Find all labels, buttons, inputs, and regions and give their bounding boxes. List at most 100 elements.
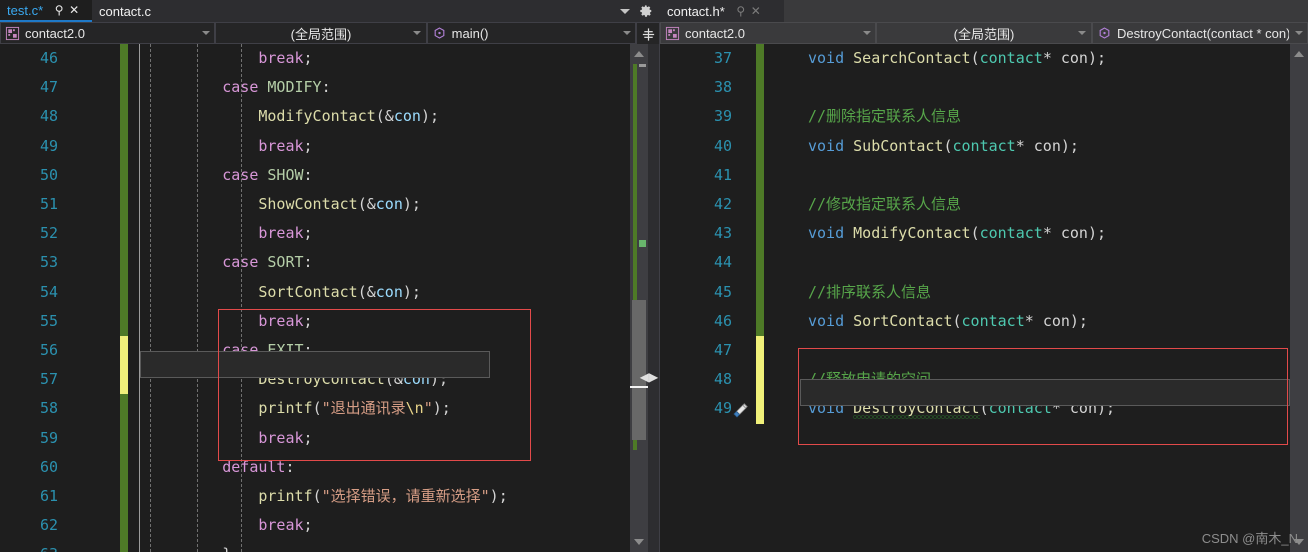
line-number: 49 (39, 136, 58, 155)
code-line[interactable]: 46 void SortContact(contact* con); (660, 306, 1308, 336)
code-line[interactable]: 37 void SearchContact(contact* con); (660, 44, 1308, 74)
code-line[interactable]: 46 break; (0, 44, 660, 74)
code-line[interactable]: 58 printf("退出通讯录\n"); (0, 394, 660, 424)
split-grip-icon[interactable]: ◀▶ (640, 370, 658, 384)
code-line[interactable]: 52 break; (0, 219, 660, 249)
left-vertical-scrollbar[interactable] (630, 44, 648, 552)
dropdown-arrow-icon[interactable] (1295, 31, 1303, 35)
code-line[interactable]: 60 default: (0, 452, 660, 482)
project-dropdown[interactable]: contact2.0 (0, 22, 216, 44)
code-line[interactable]: 39 //删除指定联系人信息 (660, 102, 1308, 132)
change-bar (120, 277, 128, 307)
code-text: //删除指定联系人信息 (808, 107, 962, 126)
scope-dropdown[interactable]: (全局范围) (215, 22, 427, 44)
member-dropdown[interactable]: main() (426, 22, 636, 44)
tab-label: test.c* (7, 2, 44, 18)
change-bar (756, 73, 764, 103)
code-line[interactable]: 44 (660, 248, 1308, 278)
line-number: 38 (713, 78, 732, 97)
line-number: 53 (39, 253, 58, 272)
scroll-marker-green (639, 240, 646, 247)
code-text: case MODIFY: (222, 78, 331, 97)
chevron-down-icon[interactable] (620, 8, 630, 14)
scroll-down-arrow-icon[interactable] (630, 534, 648, 550)
code-text: break; (258, 311, 313, 330)
code-text: break; (258, 49, 313, 67)
code-line[interactable]: 38 (660, 73, 1308, 103)
change-bar (120, 306, 128, 336)
line-number: 47 (713, 341, 732, 359)
left-editor-pane: test.c* ⚲ ✕ contact.c contact2.0 (全局范围) … (0, 0, 660, 552)
screwdriver-icon[interactable] (732, 400, 749, 418)
left-tab-strip: test.c* ⚲ ✕ contact.c (0, 0, 660, 22)
close-icon[interactable]: ✕ (750, 5, 762, 17)
change-bar (120, 248, 128, 278)
code-line[interactable]: 54 SortContact(&con); (0, 277, 660, 307)
change-bar (120, 160, 128, 190)
scroll-up-arrow-icon[interactable] (1290, 46, 1308, 62)
dropdown-arrow-icon[interactable] (623, 31, 631, 35)
code-line[interactable]: 62 break; (0, 511, 660, 541)
code-line[interactable]: 43 void ModifyContact(contact* con); (660, 219, 1308, 249)
member-dropdown[interactable]: DestroyContact(contact * con) (1092, 22, 1308, 44)
line-number: 37 (713, 49, 732, 67)
code-line[interactable]: 42 //修改指定联系人信息 (660, 190, 1308, 220)
project-dropdown[interactable]: contact2.0 (660, 22, 876, 44)
change-bar (756, 365, 764, 395)
code-line[interactable]: 47 case MODIFY: (0, 73, 660, 103)
right-code-area[interactable]: 37 void SearchContact(contact* con); 38 39 /… (660, 44, 1308, 552)
tab-test-c[interactable]: test.c* ⚲ ✕ (0, 0, 92, 22)
caret-position-marker (630, 386, 648, 388)
code-line[interactable]: 49 break; (0, 131, 660, 161)
code-text: void SearchContact(contact* con); (808, 49, 1107, 67)
code-text: break; (258, 224, 313, 243)
code-line[interactable]: 63 } (0, 540, 660, 552)
tab-label: contact.c (99, 3, 152, 19)
change-bar (120, 540, 128, 552)
line-number: 58 (39, 399, 58, 418)
code-line[interactable]: 50 case SHOW: (0, 160, 660, 190)
code-line[interactable]: 55 break; (0, 306, 660, 336)
change-bar (120, 394, 128, 424)
right-vertical-scrollbar[interactable] (1290, 44, 1308, 552)
close-icon[interactable]: ✕ (68, 4, 80, 16)
change-bar (756, 160, 764, 190)
code-line[interactable]: 61 printf("选择错误，请重新选择"); (0, 482, 660, 512)
code-line[interactable]: 48 ModifyContact(&con); (0, 102, 660, 132)
scroll-up-arrow-icon[interactable] (630, 46, 648, 62)
change-bar (756, 306, 764, 336)
change-bar (120, 336, 128, 366)
line-number: 60 (39, 457, 58, 476)
code-line[interactable]: 59 break; (0, 423, 660, 453)
line-number: 42 (713, 195, 732, 213)
scope-dropdown[interactable]: (全局范围) (876, 22, 1092, 44)
tab-contact-c[interactable]: contact.c (92, 0, 188, 22)
dropdown-arrow-icon[interactable] (412, 31, 421, 35)
gear-icon[interactable] (639, 4, 653, 18)
right-navigation-bar: contact2.0 (全局范围) DestroyContact(contact… (660, 22, 1308, 44)
change-bar (120, 219, 128, 249)
code-line[interactable]: 41 (660, 160, 1308, 190)
code-line[interactable]: 53 case SORT: (0, 248, 660, 278)
code-line[interactable]: 45 //排序联系人信息 (660, 277, 1308, 307)
member-dropdown-label: main() (451, 25, 489, 41)
line-number: 41 (713, 165, 732, 184)
code-line[interactable]: 47 (660, 336, 1308, 366)
code-text: case SORT: (222, 253, 313, 272)
line-number: 52 (39, 224, 58, 243)
code-line[interactable]: 40 void SubContact(contact* con); (660, 131, 1308, 161)
dropdown-arrow-icon[interactable] (1078, 31, 1086, 35)
line-number: 48 (39, 107, 58, 126)
change-bar (120, 452, 128, 482)
code-text: ShowContact(&con); (258, 195, 421, 213)
split-view-icon[interactable] (636, 22, 660, 46)
left-code-area[interactable]: 46 break; 47 case MODIFY: 48 ModifyContact… (0, 44, 660, 552)
dropdown-arrow-icon[interactable] (202, 31, 211, 35)
pin-icon[interactable]: ⚲ (735, 5, 747, 17)
tab-contact-h[interactable]: contact.h* ⚲ ✕ (660, 0, 784, 22)
change-bar (756, 336, 764, 366)
dropdown-arrow-icon[interactable] (863, 31, 871, 35)
code-line[interactable]: 51 ShowContact(&con); (0, 190, 660, 220)
change-bar (756, 44, 764, 74)
pin-icon[interactable]: ⚲ (53, 4, 65, 16)
